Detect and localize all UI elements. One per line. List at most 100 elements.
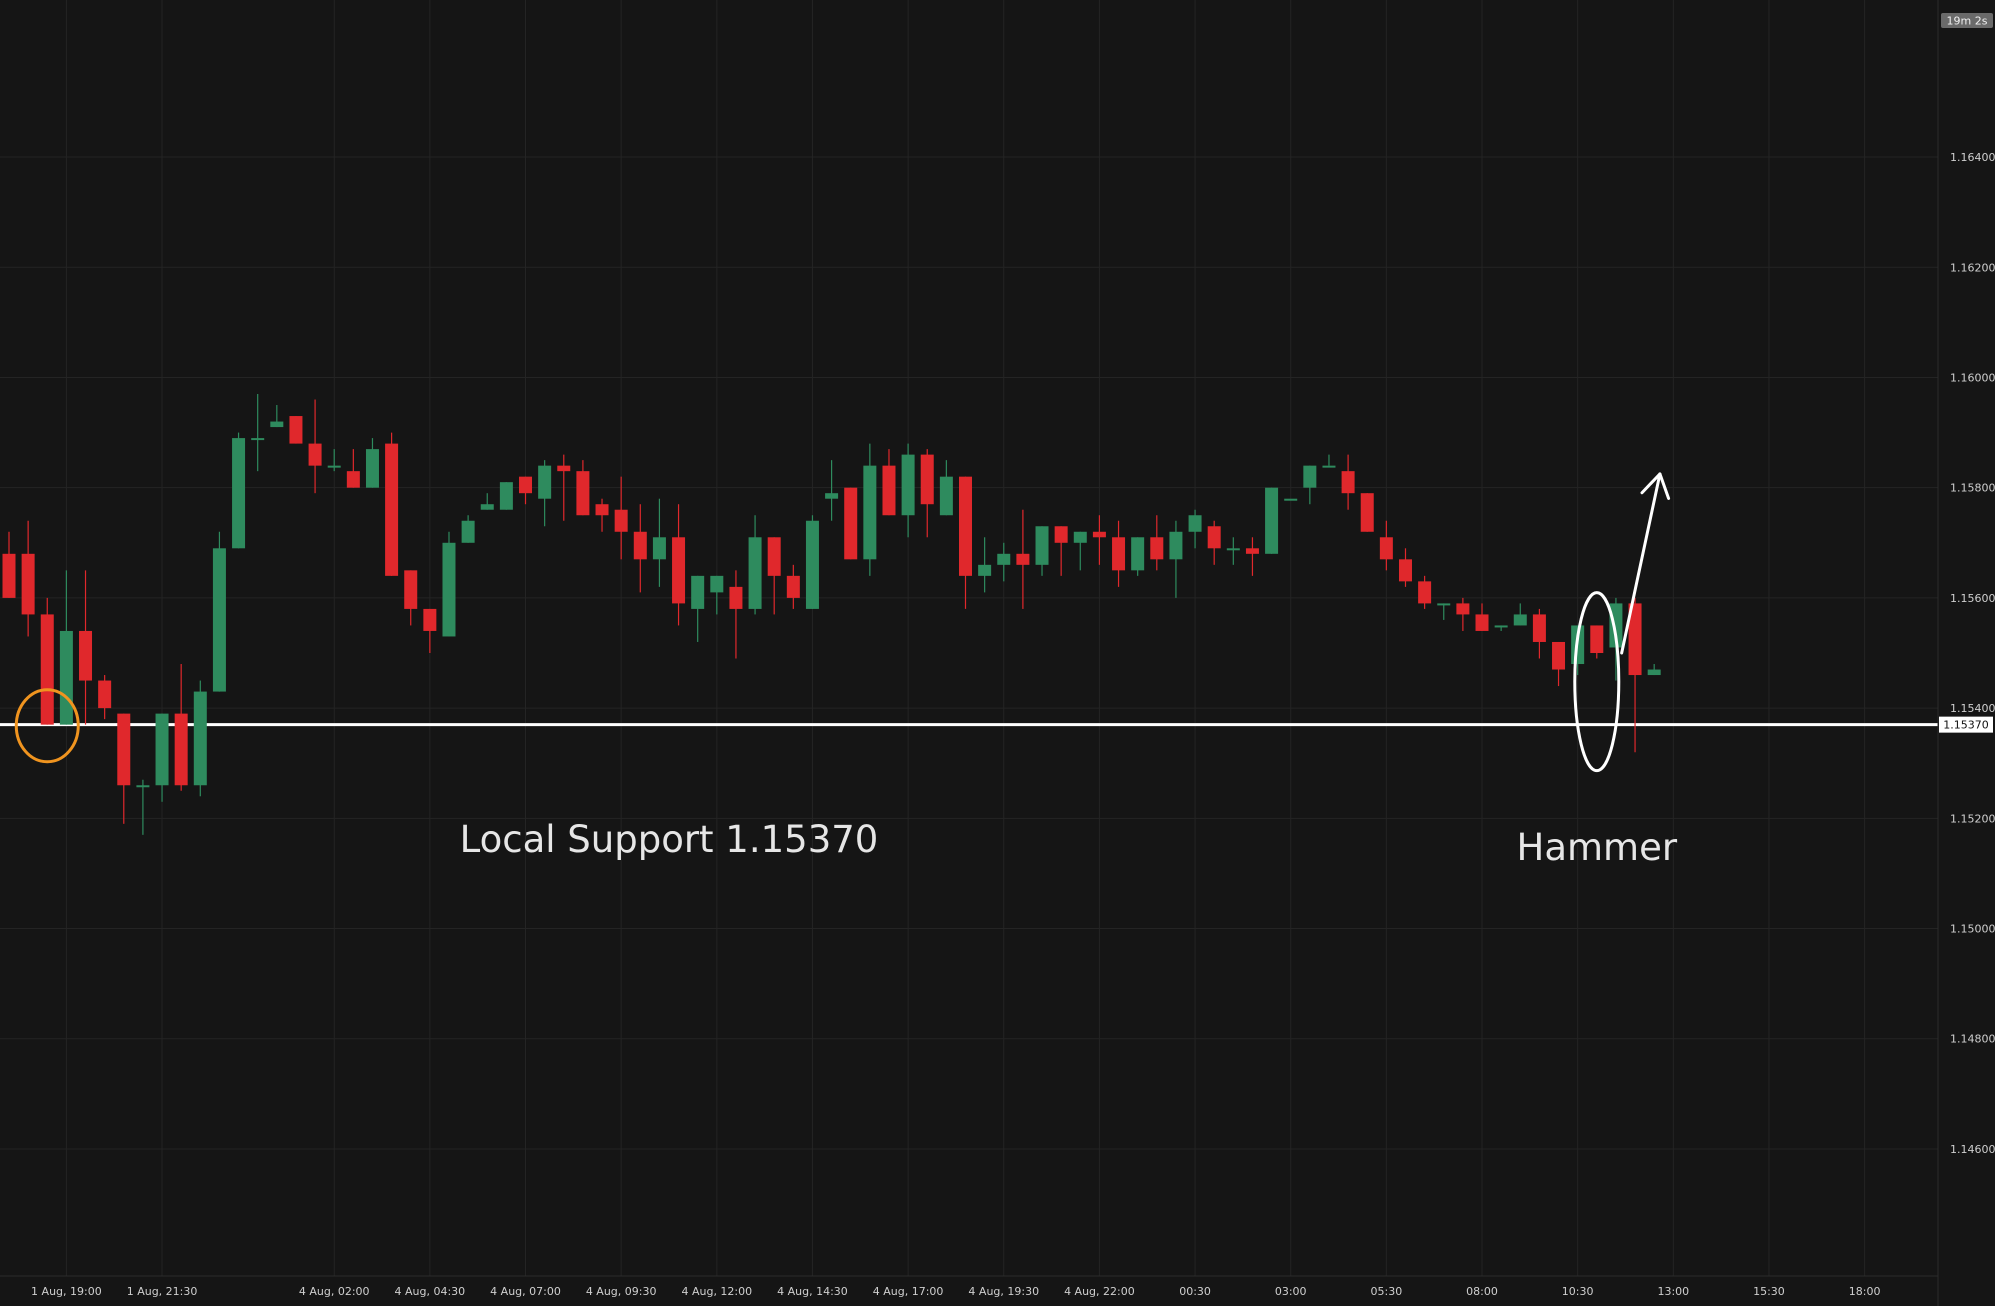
candle-body (117, 713, 131, 786)
x-tick-label: 4 Aug, 22:00 (1064, 1285, 1135, 1298)
candle-body (365, 449, 379, 488)
candle-body (538, 465, 552, 499)
candle (1284, 498, 1298, 501)
candle-body (1590, 625, 1604, 653)
candle-body (748, 537, 762, 609)
candle-body (1245, 548, 1259, 554)
candle (232, 432, 246, 549)
candle-body (289, 416, 303, 444)
x-tick-label: 15:30 (1753, 1285, 1785, 1298)
candle-body (1360, 493, 1374, 532)
candle-body (959, 476, 972, 576)
candle-body (614, 509, 628, 532)
candle-body (882, 465, 896, 516)
candle (289, 416, 303, 444)
y-tick-label: 1.15600 (1950, 592, 1995, 605)
x-tick-label: 18:00 (1849, 1285, 1881, 1298)
candle-body (1532, 614, 1546, 642)
candle-body (404, 570, 418, 609)
candle (1131, 537, 1145, 576)
x-tick-label: 4 Aug, 09:30 (586, 1285, 657, 1298)
candle-body (1054, 526, 1068, 543)
candle-body (193, 691, 207, 786)
candle-body (920, 454, 934, 505)
candle-body (519, 476, 533, 494)
x-tick-label: 4 Aug, 02:00 (299, 1285, 370, 1298)
candle-body (461, 520, 475, 543)
candle-body (1150, 537, 1164, 560)
candle-body (1131, 537, 1145, 571)
candle-body (1456, 603, 1470, 615)
candle-body (1322, 465, 1336, 468)
candle-body (1112, 537, 1126, 571)
y-tick-label: 1.15000 (1950, 923, 1995, 936)
candle (385, 432, 399, 576)
candle-body (212, 548, 226, 692)
x-tick-label: 4 Aug, 17:00 (873, 1285, 944, 1298)
price-badge-text: 1.15370 (1943, 719, 1989, 732)
y-tick-label: 1.16000 (1950, 371, 1995, 384)
candle-body (232, 438, 246, 549)
candle-body (576, 471, 590, 516)
candle (442, 531, 456, 637)
candle (212, 531, 226, 692)
candle-body (557, 465, 571, 472)
y-tick-label: 1.14800 (1950, 1033, 1995, 1046)
candle (1360, 493, 1374, 532)
candle-body (1016, 553, 1030, 565)
candle-body (710, 575, 724, 593)
candle (40, 597, 54, 725)
candle-body (997, 553, 1011, 565)
price-badge: 1.15370 (1939, 716, 1993, 733)
candle-body (2, 553, 16, 598)
candle-body (1647, 669, 1661, 676)
x-tick-label: 4 Aug, 12:00 (681, 1285, 752, 1298)
y-tick-label: 1.15400 (1950, 702, 1995, 715)
candle-body (480, 504, 494, 510)
x-tick-label: 05:30 (1371, 1285, 1403, 1298)
candle (193, 680, 207, 797)
candle (1265, 487, 1279, 554)
candle-body (1494, 625, 1508, 628)
candle-body (729, 586, 743, 609)
x-tick-label: 4 Aug, 19:30 (968, 1285, 1039, 1298)
y-tick-label: 1.16400 (1950, 151, 1995, 164)
candle-body (1303, 465, 1317, 488)
timer-badge-text: 19m 2s (1947, 15, 1988, 28)
candle-body (251, 438, 265, 441)
candle-body (1398, 559, 1412, 582)
candle-body (1073, 531, 1087, 543)
candle-body (767, 537, 781, 576)
candle-body (1169, 531, 1183, 560)
candle-body (21, 553, 35, 615)
candle (805, 515, 819, 609)
x-tick-label: 00:30 (1179, 1285, 1211, 1298)
hammer-label: Hammer (1517, 826, 1678, 869)
candle (499, 482, 513, 510)
candle-body (1188, 515, 1202, 532)
candle-body (901, 454, 915, 516)
x-tick-label: 10:30 (1562, 1285, 1594, 1298)
candlestick-chart: Local Support 1.15370 Hammer 1.16400 1.162… (0, 0, 1995, 1306)
candle-body (1437, 603, 1451, 606)
candle-body (40, 614, 54, 725)
candle-body (308, 443, 322, 466)
candle-body (633, 531, 647, 560)
candle-body (270, 421, 284, 428)
x-tick-label: 4 Aug, 07:00 (490, 1285, 561, 1298)
candle-body (174, 713, 188, 786)
x-tick-label: 03:00 (1275, 1285, 1307, 1298)
candle-body (136, 785, 150, 788)
timer-badge: 19m 2s (1941, 13, 1993, 28)
candle-body (672, 537, 686, 604)
candle-body (1226, 548, 1240, 551)
candle-body (1035, 526, 1049, 565)
candle-body (327, 465, 341, 468)
x-tick-label: 08:00 (1466, 1285, 1498, 1298)
candle-body (691, 575, 705, 609)
candle-body (1207, 526, 1221, 549)
candle-body (59, 630, 73, 725)
y-tick-label: 1.15800 (1950, 482, 1995, 495)
chart-background (0, 0, 1995, 1306)
candle-body (1092, 531, 1106, 538)
